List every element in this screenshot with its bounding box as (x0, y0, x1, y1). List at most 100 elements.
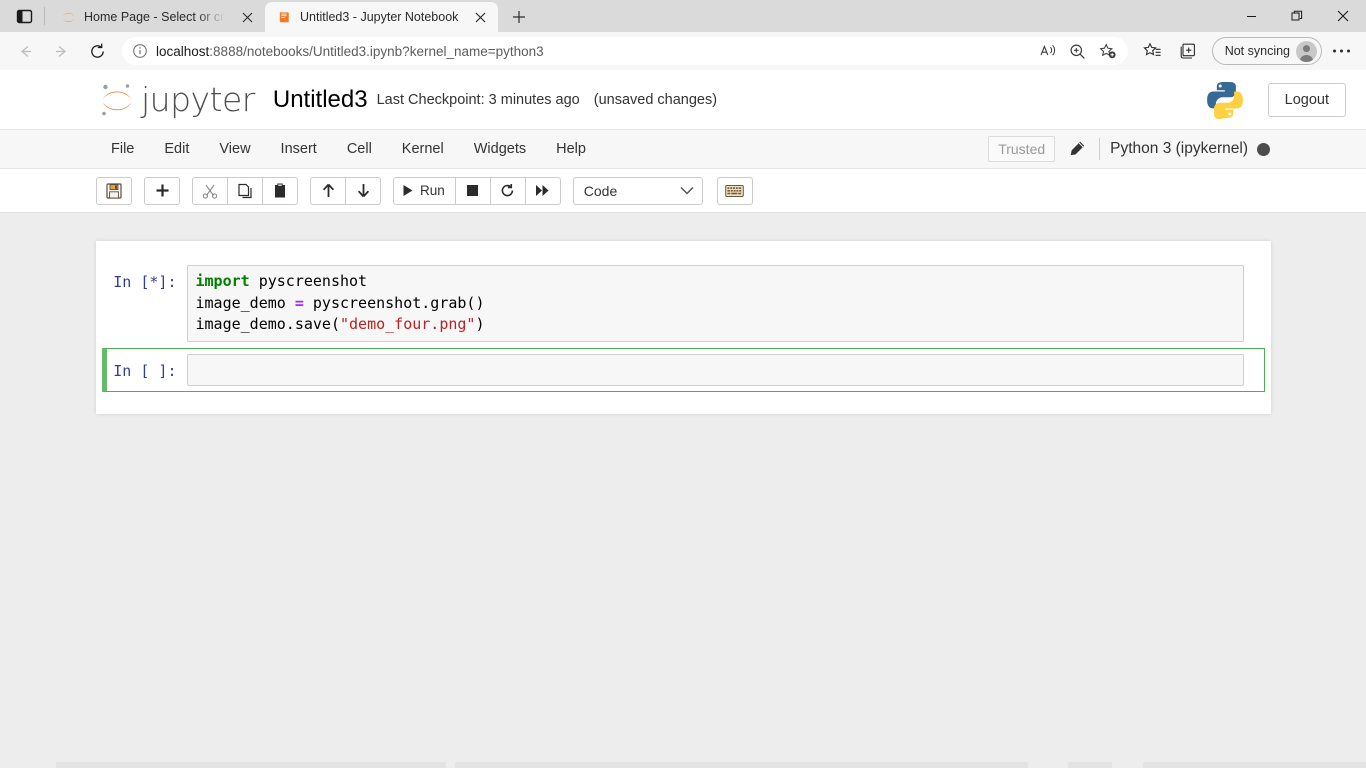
tab-strip: Home Page - Select or create a n Untitle… (0, 0, 1366, 32)
code-token: image_demo.save( (196, 315, 341, 333)
toolbar-group-save (96, 177, 132, 205)
edit-mode-button[interactable] (1055, 140, 1099, 158)
move-cell-down-button[interactable] (345, 177, 381, 205)
collections-icon (1179, 42, 1198, 60)
address-bar-url: localhost:8888/notebooks/Untitled3.ipynb… (156, 44, 1026, 59)
favorites-button[interactable] (1136, 36, 1170, 66)
cell-prompt: In [ ]: (107, 354, 187, 380)
forward-arrow-icon (53, 43, 70, 60)
reload-button[interactable] (80, 36, 114, 66)
menu-cell[interactable]: Cell (332, 132, 387, 166)
code-cell-2[interactable]: In [ ]: (102, 348, 1265, 392)
taskbar-segment (1143, 762, 1366, 768)
paste-icon (272, 183, 288, 199)
code-cell-1[interactable]: In [*]: import pyscreenshot image_demo =… (102, 259, 1265, 348)
more-options-button[interactable] (1324, 36, 1358, 66)
code-token: pyscreenshot (250, 272, 367, 290)
keyboard-icon (725, 184, 744, 198)
pencil-icon (1068, 140, 1086, 158)
zoom-button[interactable] (1064, 38, 1092, 64)
notebook-menubar: File Edit View Insert Cell Kernel Widget… (0, 130, 1366, 169)
avatar-icon (1296, 41, 1317, 62)
tab-actions-icon (16, 8, 33, 25)
desktop-taskbar-edge (0, 760, 1366, 768)
restart-kernel-button[interactable] (490, 177, 526, 205)
menu-file[interactable]: File (96, 132, 149, 166)
code-token: image_demo (196, 294, 295, 312)
menubar-divider (1099, 138, 1100, 160)
notebook-title[interactable]: Untitled3 (273, 86, 368, 114)
zoom-icon (1069, 43, 1086, 60)
browser-tab-title: Home Page - Select or create a n (84, 10, 229, 24)
play-icon (402, 184, 414, 197)
browser-tab-untitled3[interactable]: Untitled3 - Jupyter Notebook (265, 2, 498, 32)
notebook-paper: In [*]: import pyscreenshot image_demo =… (96, 241, 1271, 414)
jupyter-notebook-page: jupyter Untitled3 Last Checkpoint: 3 min… (0, 70, 1366, 768)
jupyter-wordmark: jupyter (141, 80, 255, 119)
close-icon[interactable] (470, 7, 490, 27)
menu-view[interactable]: View (204, 132, 265, 166)
kernel-status-indicator[interactable] (1257, 143, 1270, 156)
menu-edit[interactable]: Edit (149, 132, 204, 166)
code-token: import (196, 272, 250, 290)
command-palette-button[interactable] (717, 177, 753, 205)
copy-cell-button[interactable] (227, 177, 263, 205)
save-button[interactable] (96, 177, 132, 205)
forward-button[interactable] (44, 36, 78, 66)
browser-tab-title: Untitled3 - Jupyter Notebook (300, 10, 462, 24)
add-favorite-button[interactable] (1094, 38, 1122, 64)
minimize-button[interactable] (1228, 0, 1274, 32)
notebook-header: jupyter Untitled3 Last Checkpoint: 3 min… (0, 70, 1366, 130)
run-cell-button[interactable]: Run (393, 177, 456, 205)
back-button[interactable] (8, 36, 42, 66)
move-cell-up-button[interactable] (310, 177, 346, 205)
address-bar-actions (1034, 38, 1122, 64)
more-options-icon (1332, 48, 1351, 54)
close-icon[interactable] (237, 7, 257, 27)
collections-button[interactable] (1172, 36, 1206, 66)
paste-cell-button[interactable] (262, 177, 298, 205)
last-checkpoint-label: Last Checkpoint: 3 minutes ago (377, 92, 580, 108)
cut-cell-button[interactable] (192, 177, 228, 205)
stop-square-icon (466, 184, 479, 197)
interrupt-kernel-button[interactable] (455, 177, 491, 205)
new-tab-button[interactable] (504, 2, 534, 32)
insert-cell-below-button[interactable] (144, 177, 180, 205)
cell-type-value: Code (584, 183, 617, 199)
cell-type-select[interactable]: Code (573, 177, 703, 205)
logout-button[interactable]: Logout (1268, 83, 1346, 117)
menu-help[interactable]: Help (541, 132, 601, 166)
menu-insert[interactable]: Insert (266, 132, 332, 166)
browser-tab-home-page[interactable]: Home Page - Select or create a n (49, 2, 265, 32)
menu-kernel[interactable]: Kernel (387, 132, 459, 166)
favorites-list-icon (1143, 42, 1162, 60)
close-button[interactable] (1320, 0, 1366, 32)
code-token: ) (475, 315, 484, 333)
maximize-button[interactable] (1274, 0, 1320, 32)
menu-widgets[interactable]: Widgets (459, 132, 541, 166)
fast-forward-icon (535, 184, 550, 197)
taskbar-segment (56, 762, 446, 768)
cell-input-editor[interactable] (187, 354, 1244, 386)
read-aloud-button[interactable] (1034, 38, 1062, 64)
notebook-toolbar: Run Code (0, 169, 1366, 213)
run-label: Run (420, 183, 445, 198)
restart-run-all-button[interactable] (525, 177, 561, 205)
url-path: :8888/notebooks/Untitled3.ipynb?kernel_n… (209, 44, 543, 59)
toolbar-group-palette (717, 177, 753, 205)
header-right-group: Logout (1204, 79, 1346, 121)
url-host: localhost (156, 44, 209, 59)
tab-actions-button[interactable] (6, 0, 42, 32)
info-icon[interactable] (132, 43, 148, 59)
window-controls (1228, 0, 1366, 32)
python-logo-icon (1204, 79, 1246, 121)
profile-button[interactable]: Not syncing (1212, 37, 1322, 65)
jupyter-logo[interactable]: jupyter (96, 80, 255, 120)
tab-strip-divider (44, 7, 45, 25)
cell-prompt: In [*]: (103, 265, 187, 291)
profile-label: Not syncing (1225, 44, 1290, 58)
address-bar[interactable]: localhost:8888/notebooks/Untitled3.ipynb… (122, 37, 1128, 65)
trusted-badge[interactable]: Trusted (988, 136, 1055, 162)
reload-icon (88, 42, 107, 61)
cell-input-editor[interactable]: import pyscreenshot image_demo = pyscree… (187, 265, 1244, 342)
